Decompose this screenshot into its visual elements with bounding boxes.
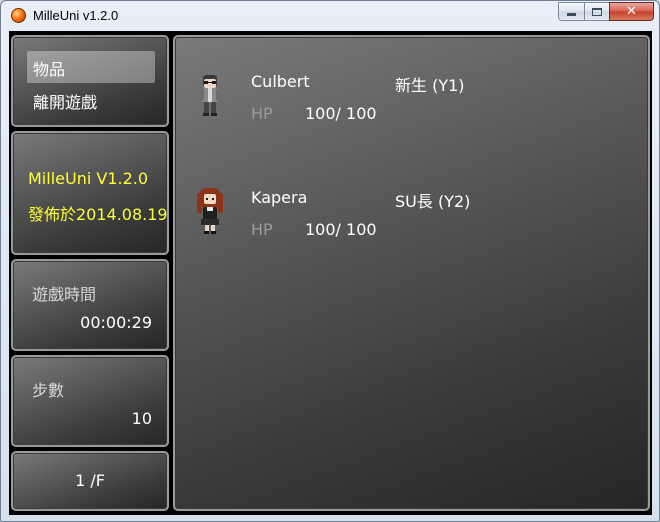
boy-sprite	[200, 75, 220, 116]
girl-sprite	[197, 188, 223, 234]
steps-label: 步數	[32, 381, 65, 400]
game-canvas: 物品 離開遊戲 MilleUni V1.2.0 發佈於2014.08.19 遊戲…	[9, 31, 652, 515]
hp-label: HP	[251, 220, 273, 239]
hp-label: HP	[251, 104, 273, 123]
menu-panel: 物品 離開遊戲	[11, 35, 169, 127]
maximize-icon	[592, 7, 602, 16]
playtime-value: 00:00:29	[80, 313, 152, 332]
app-icon[interactable]	[11, 8, 26, 23]
close-icon: ✕	[626, 4, 637, 19]
steps-value: 10	[131, 409, 152, 428]
steps-panel: 步數 10	[11, 355, 169, 447]
minimize-icon	[567, 13, 576, 16]
playtime-label: 遊戲時間	[32, 285, 97, 304]
release-date-label: 發佈於2014.08.19	[28, 205, 168, 224]
menu-item-items[interactable]: 物品	[33, 56, 65, 80]
member-title: SU長 (Y2)	[395, 192, 471, 211]
hp-value: 100/ 100	[305, 220, 377, 239]
app-window: MilleUni v1.2.0 ✕ 物品 離開遊戲 MilleUni V1.2.…	[0, 0, 660, 522]
close-button[interactable]: ✕	[609, 2, 654, 21]
floor-value: 1 /F	[75, 471, 105, 490]
party-member[interactable]: Culbert 新生 (Y1) HP 100/ 100	[175, 37, 645, 137]
party-member[interactable]: Kapera SU長 (Y2) HP 100/ 100	[175, 153, 645, 253]
party-status-panel: Culbert 新生 (Y1) HP 100/ 100 Kapera SU長 (…	[173, 35, 650, 511]
window-title: MilleUni v1.2.0	[33, 8, 119, 23]
member-name: Culbert	[251, 72, 310, 91]
version-panel: MilleUni V1.2.0 發佈於2014.08.19	[11, 131, 169, 255]
maximize-button[interactable]	[584, 2, 609, 21]
menu-item-exit-game[interactable]: 離開遊戲	[33, 89, 97, 113]
member-name: Kapera	[251, 188, 308, 207]
version-label: MilleUni V1.2.0	[28, 169, 149, 188]
member-title: 新生 (Y1)	[395, 76, 465, 95]
title-bar[interactable]: MilleUni v1.2.0 ✕	[1, 1, 659, 31]
hp-value: 100/ 100	[305, 104, 377, 123]
minimize-button[interactable]	[558, 2, 584, 21]
caption-buttons: ✕	[558, 2, 654, 21]
floor-panel: 1 /F	[11, 451, 169, 511]
playtime-panel: 遊戲時間 00:00:29	[11, 259, 169, 351]
